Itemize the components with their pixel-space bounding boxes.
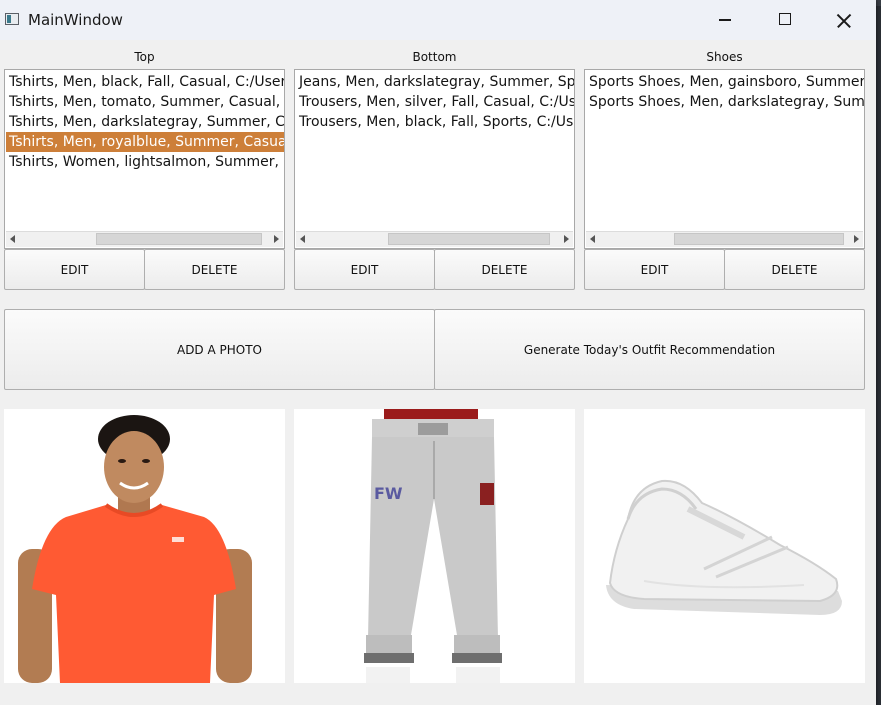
maximize-button[interactable] <box>755 0 813 40</box>
scrollbar-thumb[interactable] <box>674 233 844 245</box>
bottom-column-label: Bottom <box>412 50 457 64</box>
top-list-item[interactable]: Tshirts, Men, tomato, Summer, Casual, C:… <box>6 92 284 112</box>
shoes-column-label: Shoes <box>706 50 743 64</box>
trousers-photo-image: FW <box>364 409 502 683</box>
scrollbar-thumb[interactable] <box>388 233 550 245</box>
tshirt-photo-image <box>18 415 252 683</box>
bottom-list-scrollbar[interactable] <box>296 231 573 247</box>
top-list-item-selected[interactable]: Tshirts, Men, royalblue, Summer, Casual,… <box>6 132 284 152</box>
top-delete-button[interactable]: DELETE <box>144 249 285 290</box>
top-list[interactable]: Tshirts, Men, black, Fall, Casual, C:/Us… <box>4 69 285 249</box>
bottom-delete-button[interactable]: DELETE <box>434 249 575 290</box>
title-bar[interactable]: MainWindow <box>0 0 876 40</box>
top-edit-button[interactable]: EDIT <box>4 249 145 290</box>
top-list-item[interactable]: Tshirts, Women, lightsalmon, Summer, Cas <box>6 152 284 172</box>
window-title: MainWindow <box>28 11 123 29</box>
top-list-item[interactable]: Tshirts, Men, black, Fall, Casual, C:/Us… <box>6 72 284 92</box>
bottom-list-item[interactable]: Jeans, Men, darkslategray, Summer, Sport… <box>296 72 574 92</box>
shoes-list-item[interactable]: Sports Shoes, Men, darkslategray, Summe <box>586 92 864 112</box>
maximize-icon <box>779 13 791 25</box>
scroll-right-arrow-icon[interactable] <box>564 235 569 243</box>
shoes-delete-button[interactable]: DELETE <box>724 249 865 290</box>
shoes-edit-button[interactable]: EDIT <box>584 249 725 290</box>
top-column-label: Top <box>134 50 155 64</box>
scroll-left-arrow-icon[interactable] <box>590 235 595 243</box>
close-button[interactable] <box>814 0 872 40</box>
scroll-left-arrow-icon[interactable] <box>10 235 15 243</box>
close-icon <box>837 13 851 27</box>
add-photo-button[interactable]: ADD A PHOTO <box>4 309 435 390</box>
shoes-photo <box>584 409 865 683</box>
bottom-list-item[interactable]: Trousers, Men, black, Fall, Sports, C:/U… <box>296 112 574 132</box>
scroll-right-arrow-icon[interactable] <box>854 235 859 243</box>
minimize-icon <box>719 19 731 21</box>
top-photo <box>4 409 285 683</box>
sneaker-photo-image <box>606 479 842 615</box>
generate-outfit-button[interactable]: Generate Today's Outfit Recommendation <box>434 309 865 390</box>
shoes-list[interactable]: Sports Shoes, Men, gainsboro, Summer, Sp… <box>584 69 865 249</box>
scroll-right-arrow-icon[interactable] <box>274 235 279 243</box>
svg-text:FW: FW <box>374 484 403 503</box>
shoes-list-item[interactable]: Sports Shoes, Men, gainsboro, Summer, Sp <box>586 72 864 92</box>
shoes-list-scrollbar[interactable] <box>586 231 863 247</box>
top-list-item[interactable]: Tshirts, Men, darkslategray, Summer, Cas… <box>6 112 284 132</box>
app-icon <box>5 13 19 25</box>
bottom-list[interactable]: Jeans, Men, darkslategray, Summer, Sport… <box>294 69 575 249</box>
minimize-button[interactable] <box>696 0 754 40</box>
scrollbar-thumb[interactable] <box>96 233 262 245</box>
top-list-scrollbar[interactable] <box>6 231 283 247</box>
scroll-left-arrow-icon[interactable] <box>300 235 305 243</box>
bottom-photo: FW <box>294 409 575 683</box>
bottom-list-item[interactable]: Trousers, Men, silver, Fall, Casual, C:/… <box>296 92 574 112</box>
main-window: MainWindow Top Tshirts, Men, black, Fall… <box>0 0 876 705</box>
bottom-edit-button[interactable]: EDIT <box>294 249 435 290</box>
